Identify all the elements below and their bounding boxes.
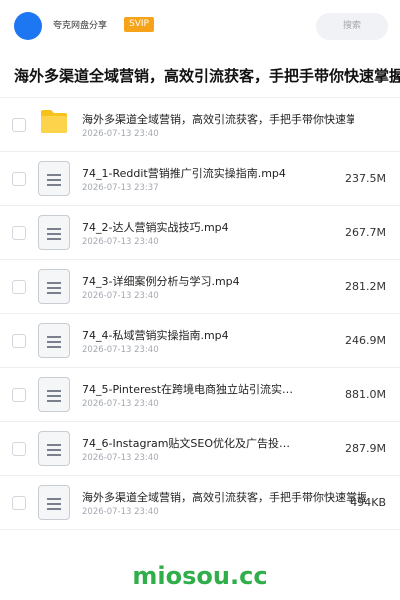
watermark: miosou.cc: [132, 562, 268, 590]
file-date: 2026-07-13 23:37: [82, 183, 159, 193]
file-name: 74_4-私域营销实操指南.mp4: [82, 329, 229, 342]
checkbox[interactable]: [12, 118, 26, 132]
checkbox[interactable]: [12, 280, 26, 294]
file-date: 2026-07-13 23:40: [82, 399, 159, 409]
list-item[interactable]: 海外多渠道全域营销，高效引流获客，手把手带你快速掌握 2026-07-13 23…: [0, 476, 400, 530]
folder-title-bar: 海外多渠道全域营销，高效引流获客，手把手带你快速掌握: [0, 52, 400, 98]
file-icon: [38, 269, 70, 304]
file-size: 246.9M: [345, 334, 386, 347]
file-size: 287.9M: [345, 442, 386, 455]
file-name: 74_2-达人营销实战技巧.mp4: [82, 221, 229, 234]
file-size: 281.2M: [345, 280, 386, 293]
file-name: 海外多渠道全域营销，高效引流获客，手把手带你快速掌…: [82, 113, 354, 126]
file-date: 2026-07-13 23:40: [82, 237, 159, 247]
checkbox[interactable]: [12, 172, 26, 186]
list-item[interactable]: 74_3-详细案例分析与学习.mp4 2026-07-13 23:40 281.…: [0, 260, 400, 314]
file-name: 74_5-Pinterest在跨境电商独立站引流实…: [82, 383, 294, 396]
checkbox[interactable]: [12, 334, 26, 348]
file-date: 2026-07-13 23:40: [82, 507, 159, 517]
file-date: 2026-07-13 23:40: [82, 345, 159, 355]
list-item[interactable]: 74_6-Instagram贴文SEO优化及广告投… 2026-07-13 23…: [0, 422, 400, 476]
file-size: 881.0M: [345, 388, 386, 401]
file-icon: [38, 161, 70, 196]
folder-icon: [41, 110, 67, 133]
avatar[interactable]: [14, 12, 42, 40]
checkbox[interactable]: [12, 388, 26, 402]
file-name: 74_1-Reddit营销推广引流实操指南.mp4: [82, 167, 286, 180]
file-date: 2026-07-13 23:40: [82, 453, 159, 463]
checkbox[interactable]: [12, 496, 26, 510]
file-size: 267.7M: [345, 226, 386, 239]
list-item[interactable]: 74_4-私域营销实操指南.mp4 2026-07-13 23:40 246.9…: [0, 314, 400, 368]
file-name: 海外多渠道全域营销，高效引流获客，手把手带你快速掌握: [82, 491, 366, 504]
list-item[interactable]: 74_2-达人营销实战技巧.mp4 2026-07-13 23:40 267.7…: [0, 206, 400, 260]
list-item[interactable]: 74_1-Reddit营销推广引流实操指南.mp4 2026-07-13 23:…: [0, 152, 400, 206]
file-date: 2026-07-13 23:40: [82, 291, 159, 301]
page-title: 海外多渠道全域营销，高效引流获客，手把手带你快速掌握: [14, 67, 400, 85]
file-icon: [38, 485, 70, 520]
file-icon: [38, 215, 70, 250]
file-size: 237.5M: [345, 172, 386, 185]
brand-name: 夸克网盘分享: [53, 21, 108, 31]
list-item[interactable]: 海外多渠道全域营销，高效引流获客，手把手带你快速掌… 2026-07-13 23…: [0, 98, 400, 152]
file-icon: [38, 377, 70, 412]
file-name: 74_3-详细案例分析与学习.mp4: [82, 275, 240, 288]
checkbox[interactable]: [12, 226, 26, 240]
file-list: 海外多渠道全域营销，高效引流获客，手把手带你快速掌… 2026-07-13 23…: [0, 98, 400, 530]
file-size: 494KB: [350, 496, 386, 509]
svip-badge: SVIP: [124, 17, 154, 32]
file-name: 74_6-Instagram贴文SEO优化及广告投…: [82, 437, 291, 450]
checkbox[interactable]: [12, 442, 26, 456]
file-date: 2026-07-13 23:40: [82, 129, 159, 139]
header: 夸克网盘分享 SVIP 搜索: [0, 0, 400, 52]
list-item[interactable]: 74_5-Pinterest在跨境电商独立站引流实… 2026-07-13 23…: [0, 368, 400, 422]
search-input[interactable]: 搜索: [316, 13, 388, 40]
file-icon: [38, 431, 70, 466]
file-icon: [38, 323, 70, 358]
